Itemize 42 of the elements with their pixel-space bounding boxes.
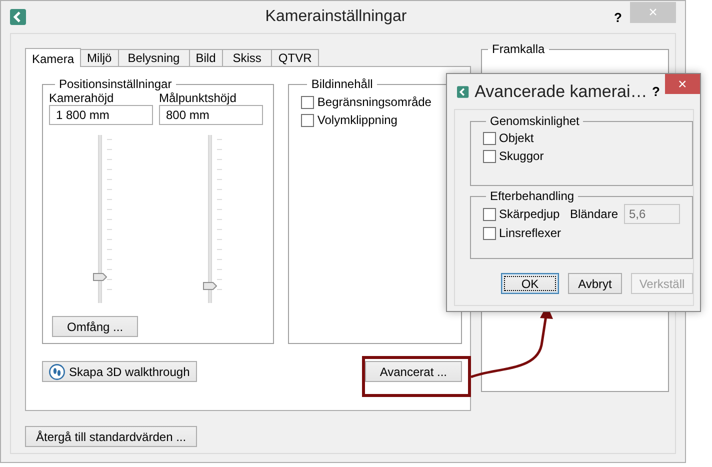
tab[interactable]: Kamera [25,48,82,67]
tab[interactable]: QTVR [271,49,319,66]
checkbox-label: Volymklippning [317,113,398,127]
checkbox[interactable] [483,132,496,144]
dialog-title: Avancerade kamerai… [474,82,648,102]
window-title: Kamerainställningar [264,8,408,26]
checkbox[interactable] [301,96,314,108]
app-icon [457,84,469,100]
walkthrough-button[interactable]: Skapa 3D walkthrough [42,361,197,382]
slider-thumb[interactable] [203,282,217,290]
reset-button[interactable]: Återgå till standardvärden ... [25,426,198,447]
footprints-icon [49,364,65,380]
field-label: Målpunktshöjd [159,91,238,105]
checkbox[interactable] [483,150,496,162]
help-button[interactable]: ? [606,10,630,24]
field-label: Kamerahöjd [49,91,115,105]
slider-thumb[interactable] [93,272,107,281]
group-title: Positionsinställningar [58,77,173,91]
field-label: Bländare [570,207,618,221]
advanced-button[interactable]: Avancerat ... [364,361,462,382]
checkbox[interactable] [483,208,496,220]
group-title: Genomskinlighet [489,114,580,128]
dialog-button[interactable]: OK [501,273,559,294]
checkbox-label: Skuggor [499,149,544,163]
group-title: Bildinnehåll [310,77,374,91]
group-title: Framkalla [491,42,546,56]
tab[interactable]: Belysning [118,49,190,66]
range-button[interactable]: Omfång ... [52,316,138,337]
tab[interactable]: Miljö [80,49,119,66]
checkbox-label: Begränsningsområde [317,95,432,109]
dialog-button[interactable]: Avbryt [568,273,622,294]
checkbox-label: Skärpedjup [499,207,560,221]
group-title: Efterbehandling [489,189,576,203]
input-field[interactable]: 1 800 mm [49,105,153,125]
checkbox[interactable] [301,114,314,126]
checkbox[interactable] [483,226,496,240]
close-button[interactable]: × [664,74,700,94]
checkbox-label: Objekt [499,131,534,145]
input-field[interactable]: 800 mm [159,105,263,125]
checkbox-label: Linsreflexer [499,226,562,240]
app-icon [10,9,26,25]
help-button[interactable]: ? [647,84,665,99]
